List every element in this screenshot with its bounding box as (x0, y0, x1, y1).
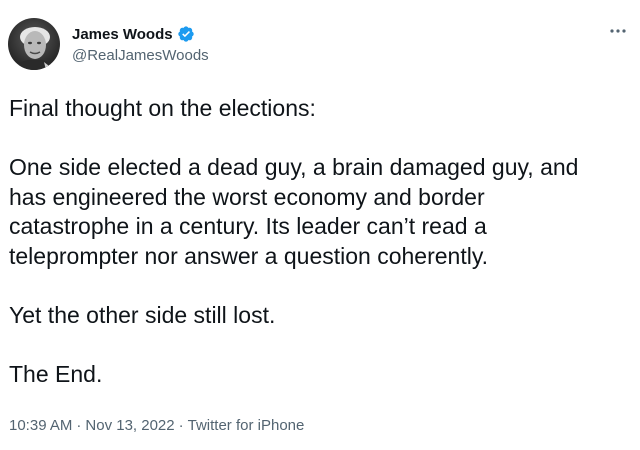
separator: · (178, 417, 184, 434)
tweet-line: catastrophe in a century. Its leader can… (9, 213, 487, 240)
author-names: James Woods @RealJamesWoods (72, 24, 209, 65)
handle[interactable]: @RealJamesWoods (72, 47, 209, 64)
avatar[interactable] (8, 18, 60, 70)
tweet-card: James Woods @RealJamesWoods Final though… (0, 0, 640, 450)
tweet-line: has engineered the worst economy and bor… (9, 183, 485, 210)
tweet-line: teleprompter nor answer a question coher… (9, 242, 489, 269)
tweet-header: James Woods @RealJamesWoods (8, 18, 209, 70)
verified-badge-icon (177, 25, 195, 43)
separator: · (76, 417, 82, 434)
tweet-intro: Final thought on the elections: (9, 95, 316, 121)
tweet-paragraph-3: Yet the other side still lost. (9, 302, 276, 329)
tweet-paragraph-2: One side elected a dead guy, a brain dam… (9, 153, 634, 271)
tweet-metadata: 10:39 AM · Nov 13, 2022 · Twitter for iPhone (9, 417, 304, 434)
tweet-date[interactable]: Nov 13, 2022 (85, 417, 174, 434)
tweet-paragraph-4: The End. (9, 361, 103, 388)
tweet-time[interactable]: 10:39 AM (9, 417, 72, 434)
tweet-text: Final thought on the elections: One side… (9, 94, 634, 390)
tweet-source[interactable]: Twitter for iPhone (188, 417, 305, 434)
display-name[interactable]: James Woods (72, 26, 173, 43)
more-options-icon[interactable] (606, 22, 630, 40)
name-row: James Woods (72, 24, 209, 44)
tweet-line: One side elected a dead guy, a brain dam… (9, 154, 579, 181)
